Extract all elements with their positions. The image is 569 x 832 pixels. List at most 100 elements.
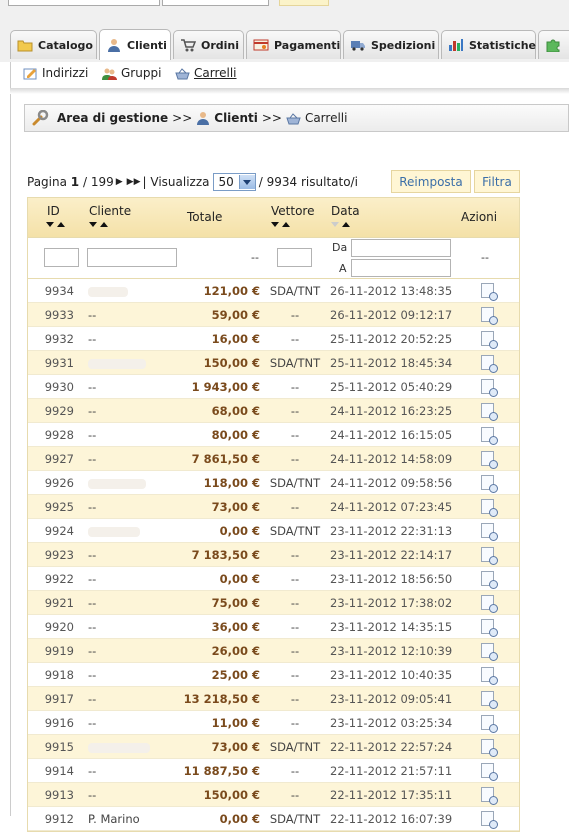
cell-id: 9930 (44, 380, 74, 394)
tab-spedizioni[interactable]: Spedizioni (343, 30, 439, 59)
table-row[interactable]: 9919 -- 26,00 € -- 23-11-2012 12:10:39 (28, 639, 519, 663)
table-row[interactable]: 9918 -- 25,00 € -- 23-11-2012 10:40:35 (28, 663, 519, 687)
view-cart-icon[interactable] (481, 475, 498, 493)
cell-data: 23-11-2012 14:35:15 (330, 620, 453, 634)
view-cart-icon[interactable] (481, 451, 498, 469)
sort-arrows-data[interactable] (331, 222, 353, 227)
view-cart-icon[interactable] (481, 643, 498, 661)
reset-button[interactable]: Reimposta (391, 170, 471, 193)
table-row[interactable]: 9927 -- 7 861,50 € -- 24-11-2012 14:58:09 (28, 447, 519, 471)
table-row[interactable]: 9913 -- 150,00 € -- 22-11-2012 17:35:11 (28, 783, 519, 807)
cell-id: 9928 (44, 428, 74, 442)
view-cart-icon[interactable] (481, 763, 498, 781)
tab-clienti[interactable]: Clienti (99, 29, 171, 60)
cell-totale: 0,00 € (219, 572, 260, 586)
cell-vettore: -- (290, 596, 300, 610)
view-cart-icon[interactable] (481, 307, 498, 325)
filter-cliente-input[interactable] (87, 248, 177, 267)
view-cart-icon[interactable] (481, 787, 498, 805)
top-toolbar (0, 0, 569, 22)
view-cart-icon[interactable] (481, 355, 498, 373)
top-select[interactable] (162, 0, 269, 6)
table-row[interactable]: 9922 -- 0,00 € -- 23-11-2012 18:56:50 (28, 567, 519, 591)
cell-vettore: SDA/TNT (269, 356, 321, 370)
breadcrumb-section[interactable]: Clienti (214, 111, 258, 125)
tab-statistiche[interactable]: Statistiche (441, 30, 536, 59)
tab-plugin[interactable] (538, 30, 569, 59)
table-row[interactable]: 9917 -- 13 218,50 € -- 23-11-2012 09:05:41 (28, 687, 519, 711)
table-row[interactable]: 9915 73,00 € SDA/TNT 22-11-2012 22:57:24 (28, 735, 519, 759)
table-row[interactable]: 9934 121,00 € SDA/TNT 26-11-2012 13:48:35 (28, 279, 519, 303)
view-cart-icon[interactable] (481, 811, 498, 829)
cell-id: 9921 (44, 596, 74, 610)
tab-pagamenti[interactable]: Pagamenti (246, 30, 341, 59)
view-cart-icon[interactable] (481, 715, 498, 733)
sort-arrows-id[interactable] (46, 222, 68, 227)
view-cart-icon[interactable] (481, 331, 498, 349)
view-cart-icon[interactable] (481, 379, 498, 397)
filter-button[interactable]: Filtra (474, 170, 520, 193)
subnav-indirizzi[interactable]: Indirizzi (23, 66, 88, 80)
table-row[interactable]: 9929 -- 68,00 € -- 24-11-2012 16:23:25 (28, 399, 519, 423)
cell-cliente: -- (88, 764, 97, 778)
filter-vettore-input[interactable] (277, 248, 312, 267)
table-row[interactable]: 9914 -- 11 887,50 € -- 22-11-2012 21:57:11 (28, 759, 519, 783)
table-row[interactable]: 9925 -- 73,00 € -- 24-11-2012 07:23:45 (28, 495, 519, 519)
view-cart-icon[interactable] (481, 739, 498, 757)
cell-cliente: -- (88, 500, 97, 514)
tab-catalogo[interactable]: Catalogo (10, 30, 97, 59)
cell-totale: 0,00 € (219, 812, 260, 826)
subnav-gruppi[interactable]: Gruppi (102, 66, 161, 80)
view-cart-icon[interactable] (481, 571, 498, 589)
table-row[interactable]: 9916 -- 11,00 € -- 23-11-2012 03:25:34 (28, 711, 519, 735)
view-cart-icon[interactable] (481, 523, 498, 541)
table-row[interactable]: 9931 150,00 € SDA/TNT 25-11-2012 18:45:34 (28, 351, 519, 375)
table-row[interactable]: 9928 -- 80,00 € -- 24-11-2012 16:15:05 (28, 423, 519, 447)
table-row[interactable]: 9921 -- 75,00 € -- 23-11-2012 17:38:02 (28, 591, 519, 615)
tab-ordini[interactable]: Ordini (173, 30, 244, 59)
next-page-icon[interactable]: ▶ (116, 177, 123, 187)
filter-id-input[interactable] (44, 248, 79, 267)
sort-arrows-vettore[interactable] (271, 222, 293, 227)
per-page-select[interactable]: 50 (212, 173, 256, 191)
filter-date-from-input[interactable] (351, 239, 451, 257)
table-row[interactable]: 9930 -- 1 943,00 € -- 25-11-2012 05:40:29 (28, 375, 519, 399)
view-cart-icon[interactable] (481, 403, 498, 421)
table-row[interactable]: 9926 118,00 € SDA/TNT 24-11-2012 09:58:56 (28, 471, 519, 495)
cell-id: 9925 (44, 500, 74, 514)
table-row[interactable]: 9923 -- 7 183,50 € -- 23-11-2012 22:14:17 (28, 543, 519, 567)
view-cart-icon[interactable] (481, 547, 498, 565)
cell-data: 25-11-2012 20:52:25 (330, 332, 453, 346)
column-header-data[interactable]: Data (331, 204, 360, 218)
sort-arrows-cliente[interactable] (89, 222, 111, 227)
top-input[interactable] (8, 0, 160, 6)
view-cart-icon[interactable] (481, 499, 498, 517)
breadcrumb-root[interactable]: Area di gestione (57, 111, 168, 125)
column-header-cliente[interactable]: Cliente (89, 204, 131, 218)
pager-current-page: 1 (70, 175, 80, 189)
table-row[interactable]: 9920 -- 36,00 € -- 23-11-2012 14:35:15 (28, 615, 519, 639)
view-cart-icon[interactable] (481, 619, 498, 637)
table-row[interactable]: 9933 -- 59,00 € -- 26-11-2012 09:12:17 (28, 303, 519, 327)
cell-totale: 121,00 € (203, 284, 260, 298)
cell-cliente: -- (88, 332, 97, 346)
cell-data: 23-11-2012 18:56:50 (330, 572, 453, 586)
table-row[interactable]: 9924 0,00 € SDA/TNT 23-11-2012 22:31:13 (28, 519, 519, 543)
top-button[interactable] (279, 0, 329, 6)
view-cart-icon[interactable] (481, 667, 498, 685)
view-cart-icon[interactable] (481, 595, 498, 613)
table-row[interactable]: 9932 -- 16,00 € -- 25-11-2012 20:52:25 (28, 327, 519, 351)
view-cart-icon[interactable] (481, 283, 498, 301)
table-row[interactable]: 9912 P. Marino 0,00 € SDA/TNT 22-11-2012 16:… (28, 807, 519, 831)
column-header-id[interactable]: ID (47, 204, 60, 218)
last-page-icon[interactable]: ▶▶ (127, 177, 141, 187)
cell-totale: 26,00 € (211, 644, 260, 658)
view-cart-icon[interactable] (481, 691, 498, 709)
column-header-vettore[interactable]: Vettore (271, 204, 314, 218)
filter-date-to-input[interactable] (351, 259, 451, 277)
cell-data: 25-11-2012 05:40:29 (330, 380, 453, 394)
view-cart-icon[interactable] (481, 427, 498, 445)
group-icon (102, 67, 117, 80)
cell-cliente (88, 476, 146, 490)
subnav-carrelli[interactable]: Carrelli (175, 66, 237, 80)
